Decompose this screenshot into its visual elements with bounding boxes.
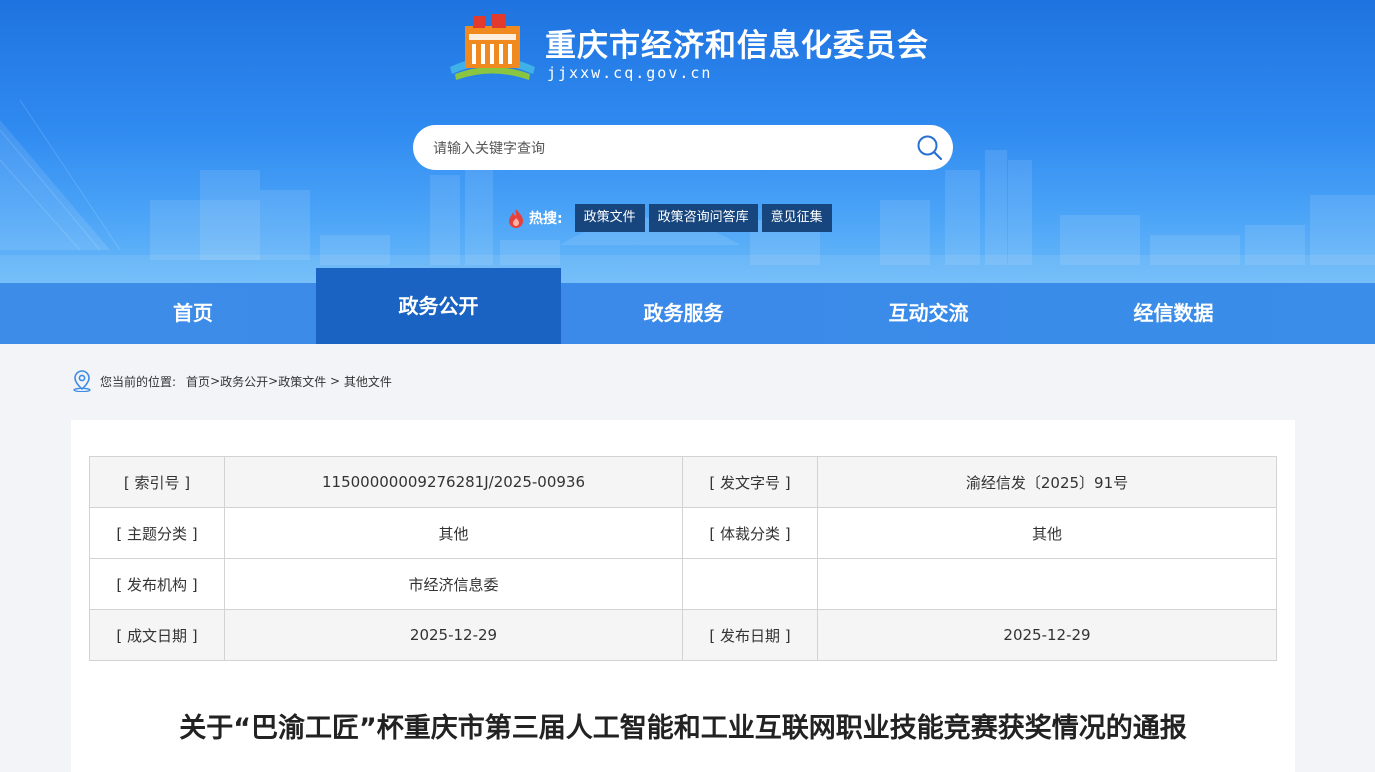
- meta-value-publisher: 市经济信息委: [224, 558, 683, 610]
- meta-key-document-number: [ 发文字号 ]: [682, 456, 818, 508]
- nav-item-government-services[interactable]: 政务服务: [561, 283, 806, 344]
- breadcrumb-separator: >: [268, 374, 279, 388]
- meta-key-index-number: [ 索引号 ]: [89, 456, 225, 508]
- breadcrumb-link-government-affairs[interactable]: 政务公开: [220, 373, 268, 390]
- main-nav: 首页 政务公开 政务服务 互动交流 经信数据: [0, 268, 1375, 344]
- hot-tag-policy-files[interactable]: 政策文件: [574, 204, 645, 232]
- search-bar: [413, 125, 953, 172]
- search-input[interactable]: [431, 125, 905, 172]
- meta-value-document-number: 渝经信发〔2025〕91号: [817, 456, 1277, 508]
- meta-key-publish-date: [ 发布日期 ]: [682, 609, 818, 661]
- hot-tag-policy-qa[interactable]: 政策咨询问答库: [648, 204, 758, 232]
- site-header: 重庆市经济和信息化委员会 jjxxw.cq.gov.cn 热搜: 政策文件 政策…: [0, 0, 1375, 283]
- meta-value-index-number: 11500000009276281J/2025-00936: [224, 456, 683, 508]
- nav-item-government-affairs[interactable]: 政务公开: [316, 268, 561, 344]
- search-icon[interactable]: [916, 134, 943, 161]
- table-row: [ 发布机构 ] 市经济信息委: [89, 558, 1277, 610]
- meta-key-publisher: [ 发布机构 ]: [89, 558, 225, 610]
- site-title: 重庆市经济和信息化委员会: [545, 28, 929, 64]
- nav-item-interaction[interactable]: 互动交流: [806, 283, 1051, 344]
- table-row: [ 索引号 ] 11500000009276281J/2025-00936 [ …: [89, 456, 1277, 508]
- site-logo-icon: [450, 14, 535, 80]
- breadcrumb-separator: >: [210, 374, 221, 388]
- location-pin-icon: [73, 370, 91, 392]
- breadcrumb-prefix: 您当前的位置:: [100, 374, 177, 389]
- meta-key-genre: [ 体裁分类 ]: [682, 507, 818, 559]
- breadcrumb-separator: >: [326, 374, 344, 388]
- meta-value-publish-date: 2025-12-29: [817, 609, 1277, 661]
- breadcrumb-link-other-files[interactable]: 其他文件: [344, 373, 392, 390]
- site-domain: jjxxw.cq.gov.cn: [547, 64, 713, 82]
- document-meta-table: [ 索引号 ] 11500000009276281J/2025-00936 [ …: [89, 456, 1277, 661]
- table-row: [ 主题分类 ] 其他 [ 体裁分类 ] 其他: [89, 507, 1277, 559]
- document-card: [ 索引号 ] 11500000009276281J/2025-00936 [ …: [71, 420, 1295, 772]
- breadcrumb-link-home[interactable]: 首页: [186, 373, 210, 390]
- meta-key-written-date: [ 成文日期 ]: [89, 609, 225, 661]
- nav-item-data[interactable]: 经信数据: [1051, 283, 1296, 344]
- nav-item-home[interactable]: 首页: [0, 283, 316, 344]
- meta-key-topic: [ 主题分类 ]: [89, 507, 225, 559]
- breadcrumb: 您当前的位置: 首页 > 政务公开 > 政策文件 > 其他文件: [72, 370, 392, 392]
- meta-value-empty: [817, 558, 1277, 610]
- meta-key-empty: [682, 558, 818, 610]
- meta-value-topic: 其他: [224, 507, 683, 559]
- hot-tag-opinion-collection[interactable]: 意见征集: [761, 204, 832, 232]
- table-row: [ 成文日期 ] 2025-12-29 [ 发布日期 ] 2025-12-29: [89, 609, 1277, 661]
- hot-search-label: 热搜:: [529, 211, 563, 227]
- document-title: 关于“巴渝工匠”杯重庆市第三届人工智能和工业互联网职业技能竞赛获奖情况的通报: [179, 713, 1187, 744]
- meta-value-genre: 其他: [817, 507, 1277, 559]
- flame-icon: [509, 209, 523, 228]
- breadcrumb-link-policy-files[interactable]: 政策文件: [278, 373, 326, 390]
- hot-search: 热搜: 政策文件 政策咨询问答库 意见征集: [507, 204, 836, 232]
- meta-value-written-date: 2025-12-29: [224, 609, 683, 661]
